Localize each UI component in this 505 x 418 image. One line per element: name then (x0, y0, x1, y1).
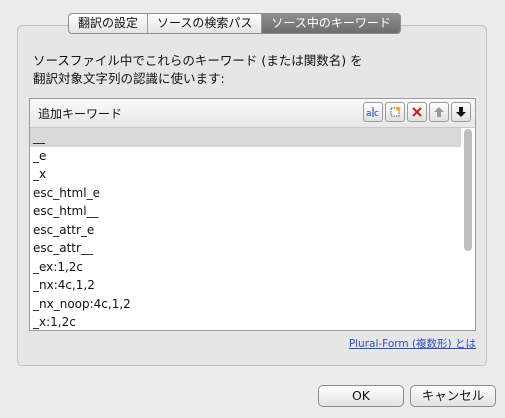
list-item[interactable]: esc_html__ (30, 202, 461, 221)
list-item[interactable]: _ex:1,2c (30, 258, 461, 277)
list-header: 追加キーワード a c (30, 99, 475, 128)
cancel-button[interactable]: キャンセル (410, 385, 496, 407)
list-scrollbar[interactable] (464, 129, 472, 251)
description-text: ソースファイル中でこれらのキーワード (または関数名) を 翻訳対象文字列の認識… (33, 52, 473, 88)
list-item[interactable]: __ (30, 128, 461, 147)
description-line-1: ソースファイル中でこれらのキーワード (または関数名) を (33, 53, 363, 68)
move-up-icon[interactable] (429, 102, 449, 122)
list-toolbar: a c (363, 102, 471, 122)
keyword-list[interactable]: 追加キーワード a c __ _e _x esc_html_e esc_html… (29, 98, 476, 331)
keyword-items: __ _e _x esc_html_e esc_html__ esc_attr_… (30, 128, 461, 330)
list-item[interactable]: _e (30, 147, 461, 166)
list-item[interactable]: _nx_noop:4c,1,2 (30, 295, 461, 314)
move-down-icon[interactable] (451, 102, 471, 122)
tab-source-paths[interactable]: ソースの検索パス (148, 14, 263, 33)
plural-form-link[interactable]: Plural-Form (複数形) とは (349, 336, 476, 351)
rename-icon[interactable]: a c (363, 102, 383, 122)
delete-icon[interactable] (407, 102, 427, 122)
description-line-2: 翻訳対象文字列の認識に使います: (33, 71, 225, 86)
list-item[interactable]: _nx:4c,1,2 (30, 276, 461, 295)
add-icon[interactable] (385, 102, 405, 122)
list-header-label: 追加キーワード (38, 107, 123, 121)
svg-text:a: a (366, 109, 372, 118)
tab-translation-settings[interactable]: 翻訳の設定 (69, 14, 149, 33)
list-item[interactable]: esc_attr_e (30, 221, 461, 240)
tab-source-keywords[interactable]: ソース中のキーワード (262, 14, 400, 33)
ok-button[interactable]: OK (318, 385, 404, 407)
list-item[interactable]: _x:1,2c (30, 313, 461, 330)
tab-bar: 翻訳の設定 ソースの検索パス ソース中のキーワード (68, 13, 401, 34)
list-item[interactable]: esc_html_e (30, 184, 461, 203)
list-item[interactable]: esc_attr__ (30, 239, 461, 258)
svg-text:c: c (374, 109, 379, 118)
list-item[interactable]: _x (30, 165, 461, 184)
